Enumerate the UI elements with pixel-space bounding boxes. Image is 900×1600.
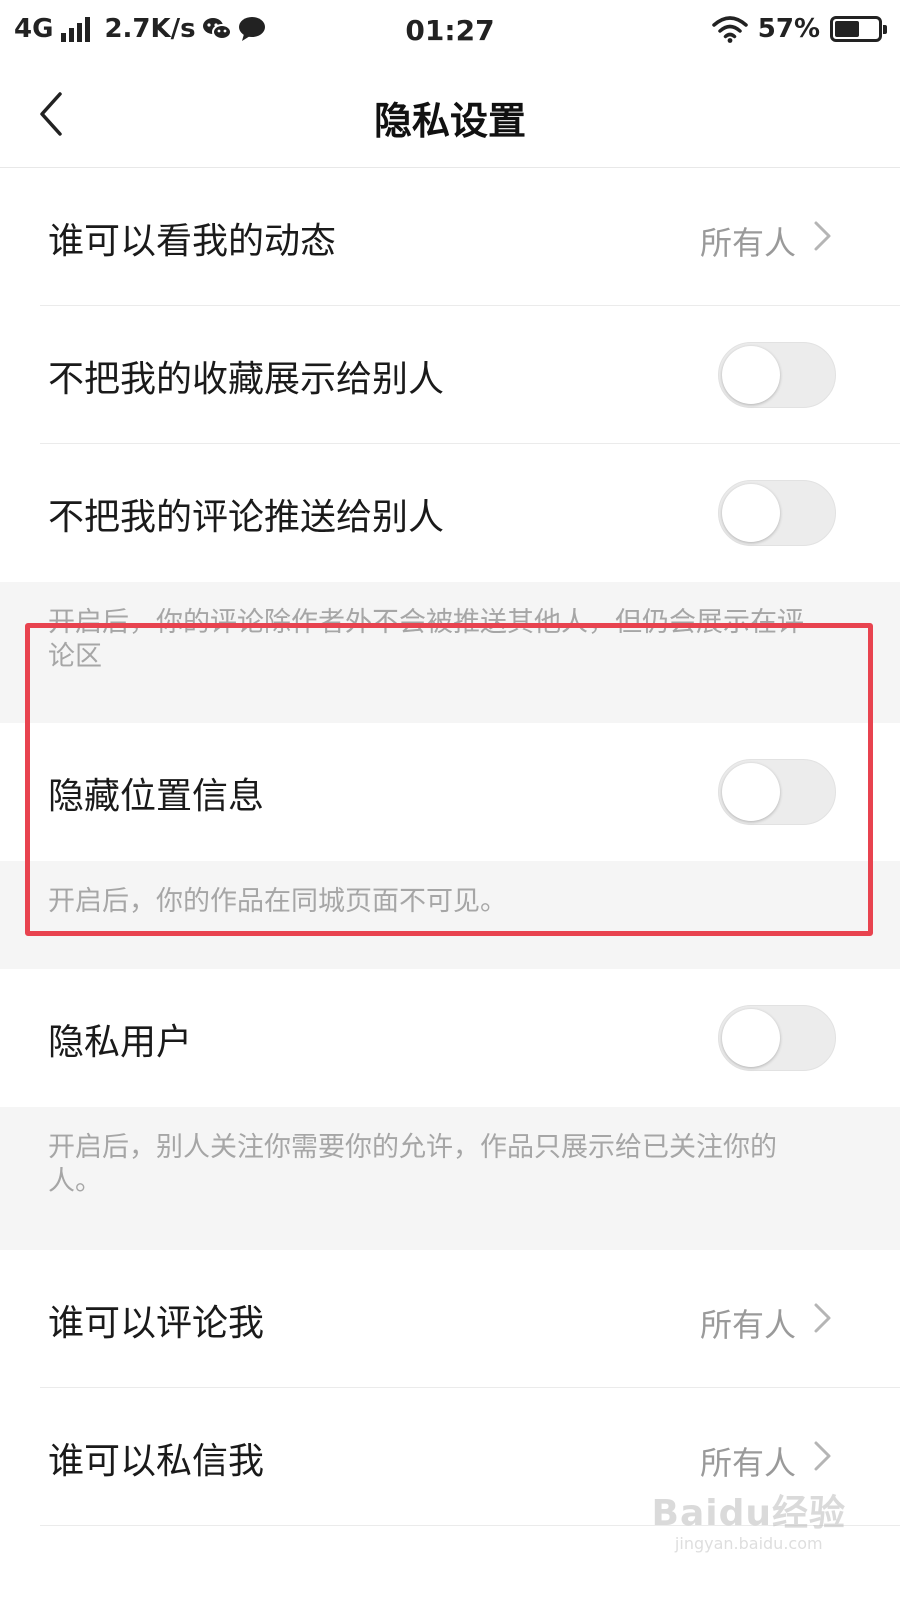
baidu-watermark: Baidu经验 jingyan.baidu.com: [652, 1484, 846, 1553]
battery-fill: [835, 21, 859, 37]
setting-who-can-comment[interactable]: 谁可以评论我 所有人: [0, 1250, 900, 1388]
toggle-knob: [722, 484, 780, 542]
setting-value: 所有人: [699, 1444, 796, 1482]
status-right: 57%: [712, 14, 887, 44]
setting-label: 不把我的收藏展示给别人: [48, 359, 445, 400]
setting-private-user: 隐私用户: [0, 969, 900, 1107]
private-user-toggle[interactable]: [718, 1005, 836, 1071]
chevron-right-icon: [814, 1303, 831, 1333]
private-user-note: 开启后，别人关注你需要你的允许，作品只展示给已关注你的人。: [0, 1107, 900, 1250]
hide-comments-toggle[interactable]: [718, 480, 836, 546]
setting-label: 谁可以评论我: [48, 1303, 265, 1344]
wifi-icon: [712, 16, 748, 43]
watermark-logo: Baidu经验: [651, 1493, 846, 1534]
toggle-knob: [722, 1009, 780, 1067]
setting-hide-favorites: 不把我的收藏展示给别人: [0, 306, 900, 444]
setting-label: 不把我的评论推送给别人: [48, 497, 445, 538]
setting-who-can-see-activity[interactable]: 谁可以看我的动态 所有人: [0, 168, 900, 306]
page-title: 隐私设置: [373, 99, 526, 143]
toggle-knob: [722, 346, 780, 404]
navigation-bar: 隐私设置: [0, 62, 900, 168]
hide-favorites-toggle[interactable]: [718, 342, 836, 408]
highlight-annotation: [25, 623, 873, 936]
status-bar: 4G 2.7K/s 01:27 57%: [0, 0, 900, 62]
setting-label: 谁可以看我的动态: [48, 221, 337, 262]
setting-value: 所有人: [699, 1306, 796, 1344]
note-text: 开启后，别人关注你需要你的允许，作品只展示给已关注你的人。: [48, 1132, 777, 1197]
battery-icon: [830, 16, 887, 42]
setting-value: 所有人: [699, 224, 796, 262]
setting-hide-comments: 不把我的评论推送给别人: [0, 444, 900, 582]
watermark-url: jingyan.baidu.com: [674, 1534, 823, 1553]
chevron-right-icon: [814, 1441, 831, 1471]
setting-label: 谁可以私信我: [48, 1441, 265, 1482]
battery-percent: 57%: [757, 14, 820, 44]
setting-label: 隐私用户: [48, 1022, 193, 1063]
chevron-right-icon: [814, 221, 831, 251]
